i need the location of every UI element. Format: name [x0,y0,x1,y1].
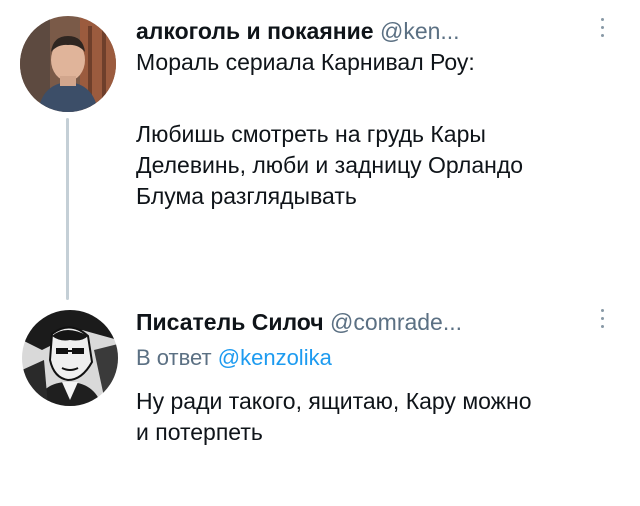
reply-mention-link[interactable]: @kenzolika [218,345,332,370]
tweet-text-line [136,78,523,109]
reply-prefix: В ответ [136,345,212,370]
tweet-text-line: и потерпеть [136,419,263,445]
tweet-text-line: Делевинь, люби и задницу Орландо [136,152,524,178]
tweet-header: алкоголь и покаяние @ken... [136,17,460,45]
author-display-name[interactable]: алкоголь и покаяние [136,18,374,44]
more-vertical-icon[interactable] [597,18,607,46]
tweet-original[interactable]: алкоголь и покаяние @ken... Мораль сериа… [0,0,640,300]
tweet-text: Мораль сериала Карнивал Роу: Любишь смот… [136,47,523,212]
tweet-header: Писатель Силоч @comrade... [136,308,462,336]
author-handle[interactable]: @ken... [380,18,460,44]
tweet-text-line: Любишь смотреть на грудь Кары [136,121,486,147]
tweet-text-line: Блума разглядывать [136,183,357,209]
author-display-name[interactable]: Писатель Силоч [136,309,324,335]
tweet-text: Ну ради такого, ящитаю, Кару можно и пот… [136,386,532,448]
tweet-text-line: Ну ради такого, ящитаю, Кару можно [136,388,532,414]
thread-connector-line [66,118,69,300]
avatar[interactable] [20,16,116,112]
tweet-reply[interactable]: Писатель Силоч @comrade... В ответ @kenz… [0,290,640,506]
reply-context: В ответ @kenzolika [136,344,332,372]
tweet-text-line: Мораль сериала Карнивал Роу: [136,49,475,75]
avatar[interactable] [22,310,118,406]
author-handle[interactable]: @comrade... [330,309,462,335]
more-vertical-icon[interactable] [597,309,607,337]
